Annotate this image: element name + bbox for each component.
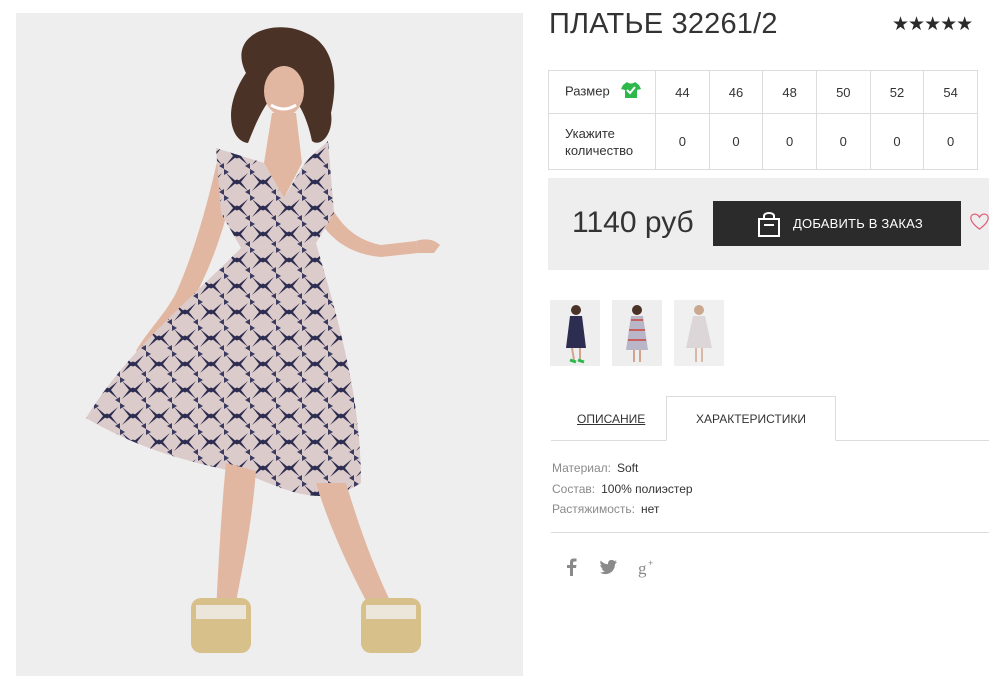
size-row: Размер 44 46 48 50 52 54	[548, 70, 978, 114]
divider	[551, 532, 989, 533]
product-thumbnail[interactable]	[612, 300, 662, 366]
product-tabs: ОПИСАНИЕ ХАРАКТЕРИСТИКИ	[551, 396, 989, 441]
spec-key: Материал:	[552, 461, 611, 475]
product-thumbnail[interactable]	[674, 300, 724, 366]
spec-row: Материал: Soft	[552, 458, 693, 479]
size-cell: 46	[708, 70, 764, 114]
spec-value: нет	[641, 502, 660, 516]
size-label-cell: Размер	[548, 70, 656, 114]
quantity-label: Укажите количество	[548, 113, 656, 170]
add-to-order-button[interactable]: ДОБАВИТЬ В ЗАКАЗ	[713, 201, 961, 246]
quantity-input[interactable]: 0	[655, 113, 710, 170]
price-bar: 1140 руб ДОБАВИТЬ В ЗАКАЗ	[548, 178, 989, 270]
product-main-photo[interactable]	[16, 13, 523, 676]
facebook-icon[interactable]	[565, 558, 577, 581]
add-to-order-label: ДОБАВИТЬ В ЗАКАЗ	[793, 216, 923, 231]
thumbnail-image	[550, 300, 600, 366]
google-plus-icon[interactable]: g +	[638, 558, 658, 583]
twitter-icon[interactable]	[600, 558, 617, 581]
product-title: ПЛАТЬЕ 32261/2	[549, 8, 778, 40]
spec-key: Состав:	[552, 481, 596, 496]
svg-text:g: g	[638, 559, 647, 578]
size-cell: 54	[923, 70, 978, 114]
thumbnail-image	[612, 300, 662, 366]
price: 1140 руб	[572, 206, 694, 239]
spec-row: Состав: 100% полиэстер	[552, 479, 693, 500]
size-cell: 52	[869, 70, 925, 114]
quantity-input[interactable]: 0	[923, 113, 978, 170]
tab-characteristics[interactable]: ХАРАКТЕРИСТИКИ	[666, 396, 836, 441]
quantity-input[interactable]: 0	[815, 113, 871, 170]
size-label: Размер	[565, 83, 610, 99]
quantity-input[interactable]: 0	[762, 113, 817, 170]
model-illustration	[86, 27, 440, 653]
specs-list: Материал: Soft Состав: 100% полиэстер Раст…	[552, 458, 693, 520]
quantity-input[interactable]: 0	[869, 113, 925, 170]
svg-text:+: +	[648, 558, 653, 568]
heart-icon[interactable]	[970, 209, 989, 240]
product-thumbnail[interactable]	[550, 300, 600, 366]
spec-row: Растяжимость: нет	[552, 499, 693, 520]
quantity-row: Укажите количество 0 0 0 0 0 0	[548, 113, 978, 170]
rating-stars[interactable]: ★★★★★	[892, 13, 973, 36]
quantity-input[interactable]: 0	[708, 113, 764, 170]
thumbnail-image	[674, 300, 724, 366]
spec-value: Soft	[616, 461, 639, 475]
tab-description[interactable]: ОПИСАНИЕ	[577, 412, 645, 426]
spec-value: 100% полиэстер	[601, 481, 693, 496]
size-cell: 50	[815, 70, 871, 114]
shopping-bag-icon	[756, 211, 782, 240]
tshirt-check-icon[interactable]	[621, 81, 642, 103]
spec-key: Растяжимость:	[552, 502, 636, 516]
size-cell: 44	[655, 70, 710, 114]
size-cell: 48	[762, 70, 817, 114]
size-quantity-table: Размер 44 46 48 50 52 54 Укажите количес…	[548, 70, 978, 170]
